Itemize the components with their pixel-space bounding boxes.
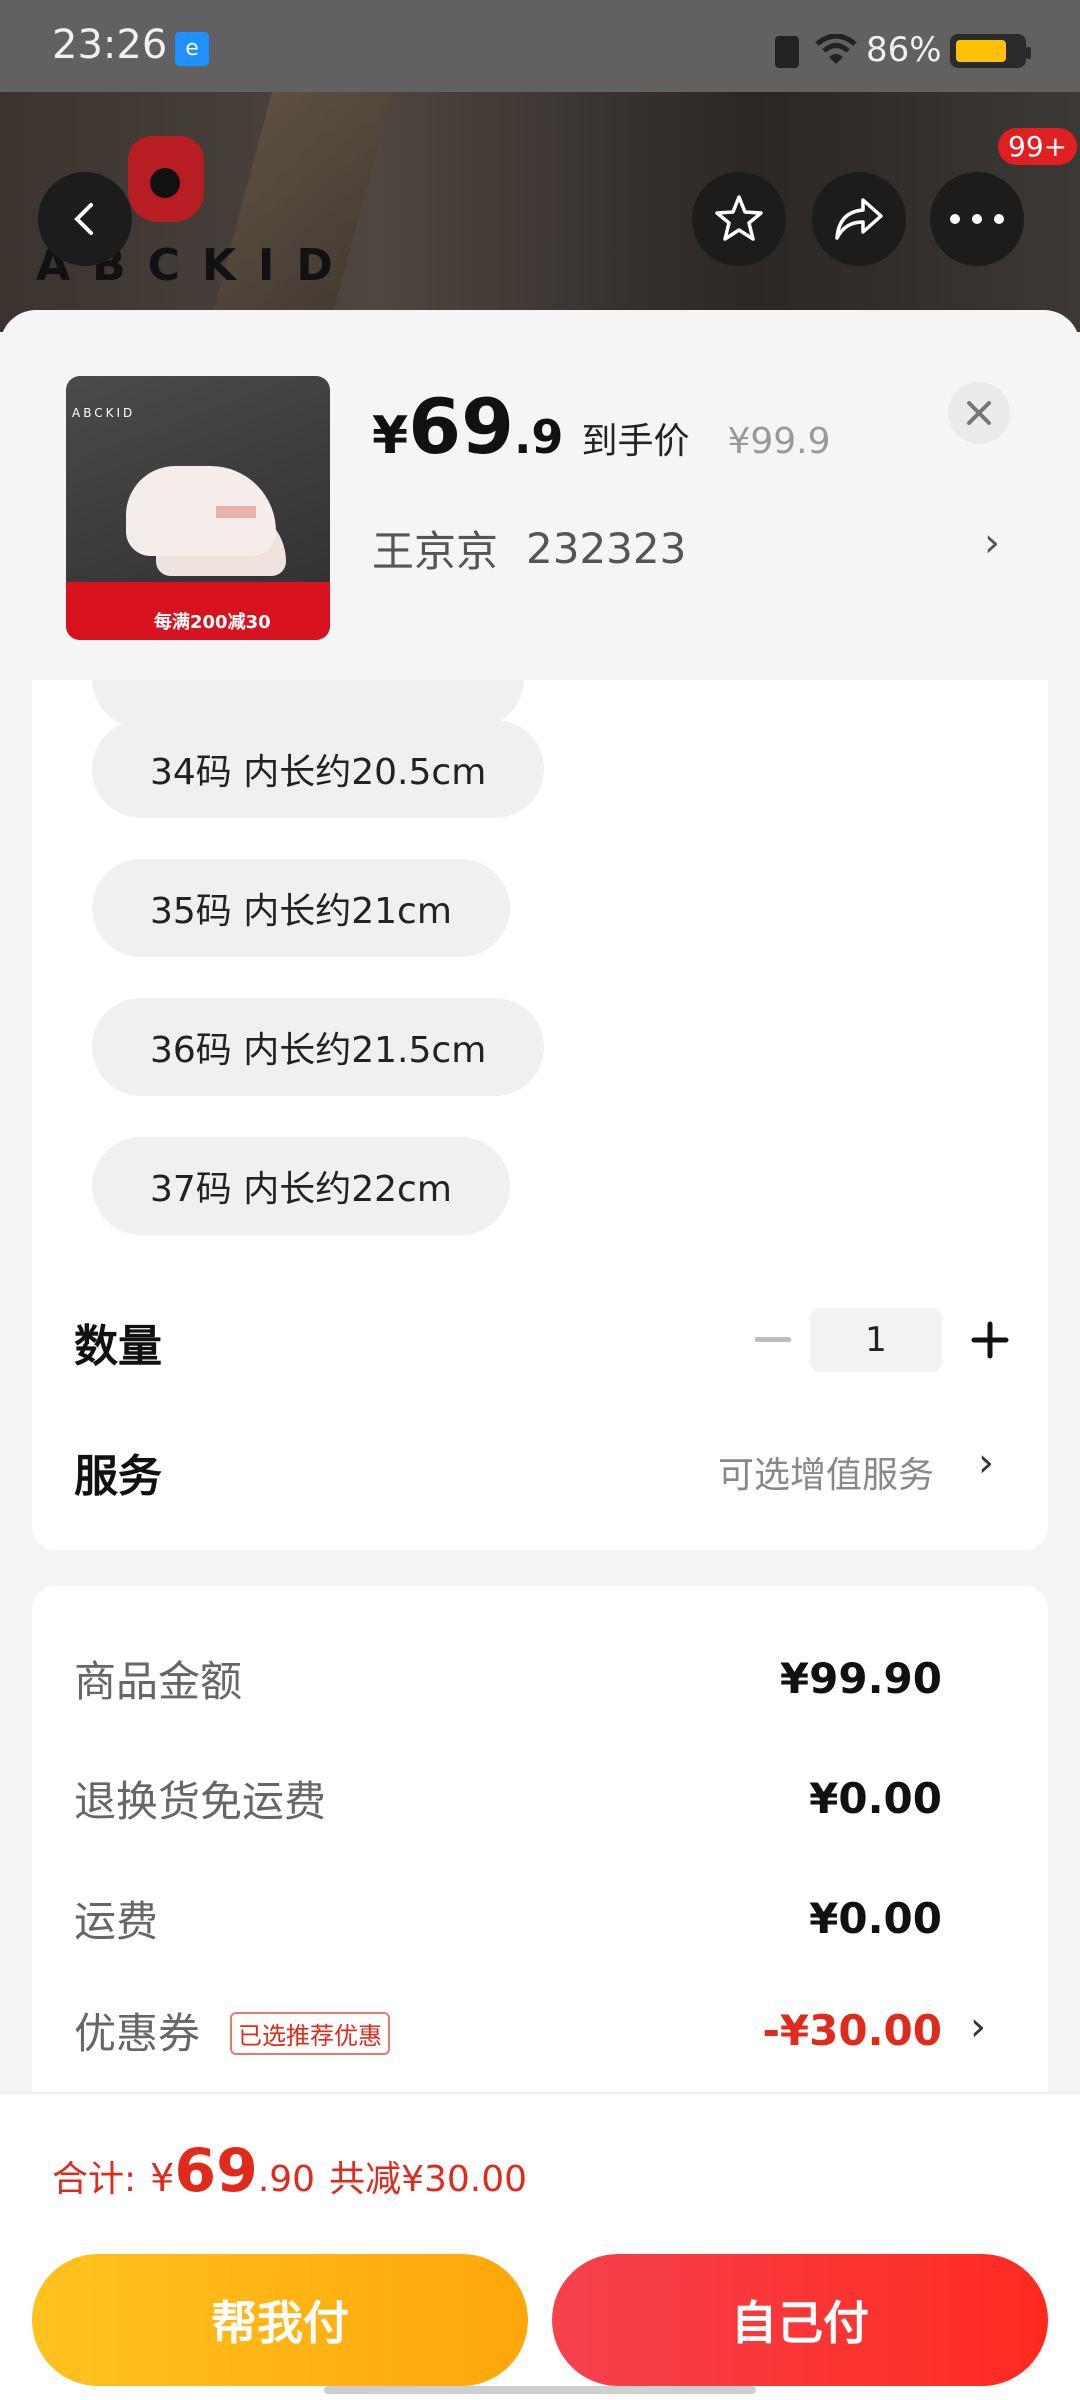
close-icon xyxy=(967,401,991,425)
total-decimal: .90 xyxy=(257,2159,316,2200)
coupon-tag: 已选推荐优惠 xyxy=(230,2012,390,2055)
thumbnail-brand: ABCKID xyxy=(72,406,136,420)
notification-badge: 99+ xyxy=(998,128,1078,165)
battery-tip xyxy=(1026,47,1031,59)
summary-value: ¥0.00 xyxy=(809,1774,942,1823)
battery-icon xyxy=(950,34,1031,68)
product-hero: ABCKID 99+ xyxy=(0,92,1080,332)
original-price: ¥99.9 xyxy=(727,421,831,462)
close-button[interactable] xyxy=(948,382,1010,444)
total-label: 合计: xyxy=(52,2159,137,2200)
status-time: 23:26 xyxy=(52,22,168,68)
more-icon xyxy=(950,214,1004,224)
sim-icon xyxy=(775,36,799,68)
checkout-bar: 合计: ¥ 69 .90 共减¥30.00 帮我付 自己付 xyxy=(0,2092,1080,2400)
total-integer: 69 xyxy=(174,2136,258,2206)
summary-label: 商品金额 xyxy=(74,1657,243,1706)
share-button[interactable] xyxy=(812,172,906,266)
shoe-stripe xyxy=(216,506,256,518)
battery-level-fill xyxy=(956,40,1006,62)
price-integer: 69 xyxy=(408,382,514,471)
price-currency: ¥ xyxy=(372,406,409,466)
product-thumbnail[interactable]: ABCKID 每满200减30 xyxy=(66,376,330,640)
back-button[interactable] xyxy=(38,172,132,266)
price-decimal: .9 xyxy=(513,410,564,464)
home-indicator[interactable] xyxy=(324,2386,756,2394)
back-icon xyxy=(74,203,93,235)
summary-value: ¥99.90 xyxy=(779,1654,942,1703)
app-notification-icon: e xyxy=(175,32,209,66)
self-pay-button[interactable]: 自己付 xyxy=(552,2254,1048,2386)
thumbnail-promo-text: 每满200减30 xyxy=(154,612,271,633)
quantity-increase-button[interactable] xyxy=(962,1300,1018,1380)
quantity-decrease-button[interactable] xyxy=(748,1300,798,1380)
wifi-icon xyxy=(815,34,857,64)
more-button[interactable] xyxy=(930,172,1024,266)
coupon-label: 优惠券 xyxy=(74,2009,201,2058)
brand-logo-eye xyxy=(150,168,180,198)
quantity-input[interactable]: 1 xyxy=(810,1308,942,1372)
summary-label: 退换货免运费 xyxy=(74,1777,327,1826)
total-saving: 共减¥30.00 xyxy=(329,2159,528,2200)
price-label: 到手价 xyxy=(581,421,690,462)
options-controls xyxy=(32,680,1048,1550)
service-hint[interactable]: 可选增值服务 xyxy=(718,1446,934,1498)
price-line: ¥ 69 .9 到手价 ¥99.9 xyxy=(372,382,831,471)
total-line: 合计: ¥ 69 .90 共减¥30.00 xyxy=(52,2136,527,2206)
total-currency: ¥ xyxy=(150,2156,175,2200)
plus-icon xyxy=(971,1321,1009,1359)
chevron-right-icon[interactable]: › xyxy=(970,2004,986,2050)
favorite-button[interactable] xyxy=(692,172,786,266)
battery-percent: 86% xyxy=(866,30,942,70)
spec-name: 王京京 xyxy=(372,527,499,576)
quantity-label: 数量 xyxy=(74,1321,162,1372)
coupon-value: -¥30.00 xyxy=(762,2006,942,2055)
spec-value: 232323 xyxy=(526,524,687,573)
star-icon xyxy=(715,195,763,241)
summary-row: 退换货免运费 ¥0.00 xyxy=(74,1768,986,1828)
share-icon xyxy=(835,198,883,240)
coupon-row[interactable]: 优惠券 已选推荐优惠 -¥30.00 › xyxy=(74,2000,986,2060)
selected-spec[interactable]: 王京京 232323 xyxy=(372,518,686,579)
status-bar: 23:26 e 86% xyxy=(0,0,1080,92)
service-label: 服务 xyxy=(74,1451,162,1502)
summary-label: 运费 xyxy=(74,1897,159,1946)
summary-value: ¥0.00 xyxy=(809,1894,942,1943)
help-pay-button[interactable]: 帮我付 xyxy=(32,2254,528,2386)
chevron-right-icon[interactable]: › xyxy=(984,520,1000,566)
minus-icon xyxy=(755,1337,791,1342)
hero-background-decor xyxy=(207,92,393,332)
chevron-right-icon[interactable]: › xyxy=(978,1440,994,1486)
summary-row: 运费 ¥0.00 xyxy=(74,1888,986,1948)
summary-row: 商品金额 ¥99.90 xyxy=(74,1648,986,1708)
